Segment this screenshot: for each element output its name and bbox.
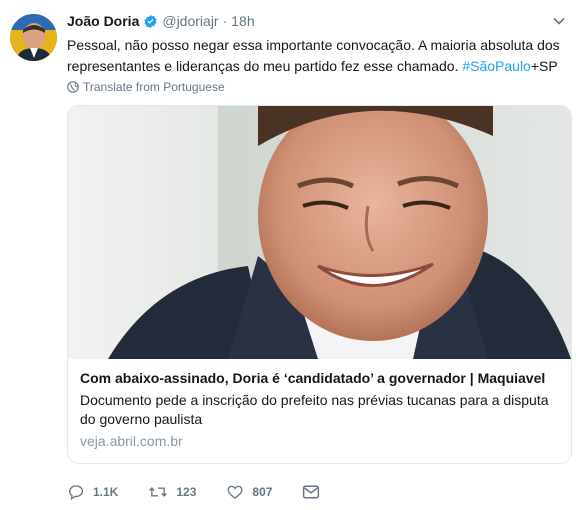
globe-icon (67, 81, 79, 93)
verified-icon (143, 14, 158, 29)
separator-dot: · (222, 13, 228, 29)
reply-button[interactable]: 1.1K (67, 483, 118, 501)
retweet-icon (149, 487, 168, 497)
author-name[interactable]: João Doria (67, 13, 139, 29)
card-body: Com abaixo-assinado, Doria é ‘candidatad… (68, 359, 571, 459)
card-image (68, 106, 571, 359)
tweet-text: Pessoal, não posso negar essa importante… (67, 35, 562, 77)
tweet-header: João Doria @jdoriajr · 18h (67, 13, 255, 29)
like-icon (227, 485, 243, 499)
translate-link[interactable]: Translate from Portuguese (67, 80, 225, 94)
tweet-tail: +SP (530, 58, 558, 74)
timestamp[interactable]: 18h (231, 13, 254, 29)
retweet-button[interactable]: 123 (148, 483, 196, 501)
reply-icon (68, 485, 84, 501)
like-button[interactable]: 807 (226, 483, 272, 501)
reply-count: 1.1K (93, 485, 119, 499)
author-handle[interactable]: @jdoriajr (162, 13, 218, 29)
action-bar: 1.1K 123 807 (67, 483, 358, 501)
message-icon (303, 485, 320, 499)
card-description: Documento pede a inscrição do prefeito n… (80, 392, 549, 427)
retweet-count: 123 (176, 485, 197, 499)
link-card[interactable]: Com abaixo-assinado, Doria é ‘candidatad… (67, 105, 572, 464)
card-domain: veja.abril.com.br (80, 433, 183, 449)
hashtag-link[interactable]: #SãoPaulo (462, 58, 531, 74)
like-count: 807 (252, 485, 273, 499)
avatar[interactable] (10, 14, 57, 61)
direct-message-button[interactable] (302, 484, 328, 500)
card-title: Com abaixo-assinado, Doria é ‘candidatad… (80, 370, 546, 386)
chevron-down-icon[interactable] (552, 14, 566, 28)
translate-label: Translate from Portuguese (83, 80, 225, 94)
